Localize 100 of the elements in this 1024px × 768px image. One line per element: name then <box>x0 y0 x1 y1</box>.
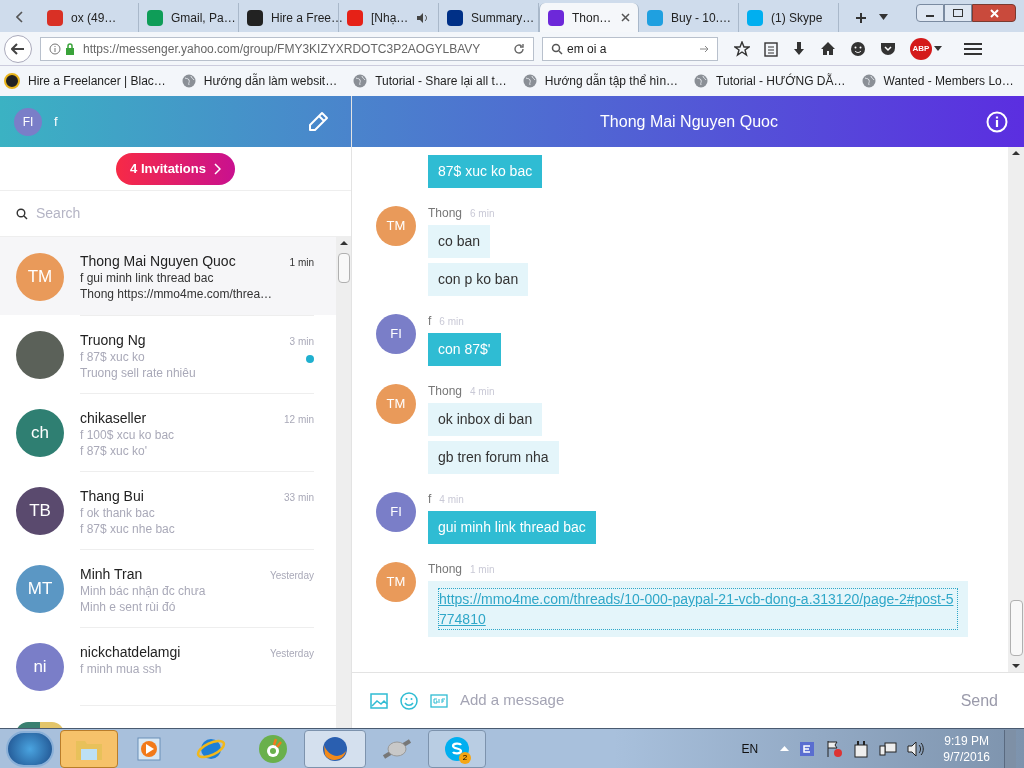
flag-icon[interactable] <box>825 739 844 758</box>
browser-tab[interactable]: Thon… <box>539 3 639 32</box>
network-icon[interactable] <box>879 740 898 757</box>
contact-name: chikaseller <box>80 410 148 427</box>
conversation-item[interactable]: TM Thong Mai Nguyen Quoc f gui minh link thread bac Thong https://mmo4me.com/threa… 1 min <box>0 237 336 315</box>
avatar: TM <box>376 562 416 602</box>
speaker-icon[interactable] <box>907 740 926 757</box>
bookmark-item[interactable]: Hướng dẫn tập thể hìn… <box>522 72 679 90</box>
url-field[interactable]: https://messenger.yahoo.com/group/FMY3KIZYXRDOTC3P2AOGYLBAVY <box>40 36 534 61</box>
logo-icon <box>4 73 20 89</box>
globe-icon <box>522 74 537 88</box>
time-label: Yesterday <box>269 569 314 583</box>
contact-name: nickchatdelamgi <box>80 644 182 661</box>
maximize-button[interactable] <box>944 4 972 22</box>
bookmark-item[interactable]: Tutorial - Share lại all t… <box>353 72 507 90</box>
home-icon[interactable] <box>820 41 836 56</box>
smiley-icon[interactable] <box>850 40 866 57</box>
message-input[interactable]: Add a message <box>460 689 949 712</box>
message-bubble: con 87$' <box>428 333 501 366</box>
globe-icon <box>694 74 709 88</box>
leaf-logo-icon[interactable] <box>258 733 288 764</box>
search-field[interactable]: Search <box>36 203 217 224</box>
time-label: 33 min <box>284 491 314 505</box>
avatar-photo <box>16 331 64 379</box>
taskbar-button[interactable] <box>304 729 366 768</box>
close-window-button[interactable] <box>972 4 1016 22</box>
bookmark-item[interactable]: Tutorial - HƯỚNG DẪ… <box>694 72 846 90</box>
message-preview: Minh e sent rùi đó <box>80 599 177 615</box>
message-bubble: co ban <box>428 225 491 258</box>
message-bubble: con p ko ban <box>428 263 529 296</box>
search-icon <box>551 42 563 55</box>
contact-name: Truong Ng <box>80 332 147 349</box>
message-preview: Minh bác nhận đc chưa <box>80 583 207 599</box>
avatar: TB <box>16 487 64 535</box>
contact-name: Minh Tran <box>80 566 144 583</box>
message-preview: f 87$ xuc nhe bac <box>80 521 176 537</box>
minimize-button[interactable] <box>916 4 944 22</box>
avatar: FI <box>376 314 416 354</box>
time-label: 12 min <box>284 413 314 427</box>
close-icon[interactable] <box>621 13 630 22</box>
scrollbar[interactable] <box>1008 147 1024 672</box>
caret-icon <box>934 46 942 51</box>
tab-title: Buy - 10.… <box>671 9 732 27</box>
avatar: TM <box>16 253 64 301</box>
arrow-icon[interactable] <box>699 43 709 54</box>
bookmark-item[interactable]: Hire a Freelancer | Blac… <box>4 72 166 90</box>
taskbar-button[interactable] <box>60 729 118 768</box>
tab-title: (1) Skype <box>771 9 823 27</box>
pencil-icon[interactable] <box>307 110 329 133</box>
clipboard-icon[interactable] <box>764 40 778 57</box>
close-icon <box>989 8 999 18</box>
skype-icon <box>444 735 470 762</box>
caret-icon[interactable] <box>879 14 888 20</box>
pocket-icon[interactable] <box>880 41 896 56</box>
contact-name: Thang Bui <box>80 488 145 505</box>
avatar[interactable]: FI <box>14 107 42 136</box>
search-field[interactable]: em oi a <box>542 36 718 61</box>
sender-name: Thong <box>428 561 463 578</box>
avatar: MT <box>16 565 64 613</box>
message-bubble: ok inbox di ban <box>428 403 543 436</box>
start-button[interactable] <box>6 730 54 767</box>
download-icon[interactable] <box>792 40 806 57</box>
scrollbar[interactable] <box>336 237 351 728</box>
sender-name: Thong <box>428 383 463 400</box>
time-label: Yesterday <box>269 647 314 661</box>
reload-icon[interactable] <box>513 42 525 55</box>
plug-icon[interactable] <box>853 739 870 758</box>
message-bubble: gui minh link thread bac <box>428 511 596 544</box>
message-preview: f ok thank bac <box>80 505 156 521</box>
message-preview: f minh mua ssh <box>80 661 163 677</box>
sender-name: f <box>428 313 432 330</box>
taskbar-button[interactable]: 2 <box>428 729 486 768</box>
bookmark-item[interactable]: Wanted - Members Lo… <box>861 72 1014 90</box>
menu-icon[interactable] <box>964 41 982 56</box>
avatar: FI <box>376 492 416 532</box>
chevron-left-icon[interactable] <box>16 11 23 23</box>
tab-title: [Nhạ… <box>371 9 409 27</box>
new-tab-icon[interactable] <box>855 12 867 24</box>
back-button[interactable] <box>4 34 32 63</box>
avatar: ni <box>16 643 64 691</box>
play-icon[interactable] <box>136 735 162 762</box>
lock-icon <box>65 42 75 55</box>
sender-name: Thong <box>428 205 463 222</box>
back-arrow-icon <box>11 42 25 55</box>
message-preview: Thong https://mmo4me.com/threa… <box>80 286 274 302</box>
globe-icon <box>181 74 196 88</box>
bookmark-item[interactable]: Hướng dẫn làm websit… <box>181 72 338 90</box>
sender-name: f <box>428 491 432 508</box>
message-bubble: gb tren forum nha <box>428 441 559 474</box>
star-icon[interactable] <box>734 40 750 57</box>
chevron-right-icon <box>213 162 221 175</box>
tray-app-icon[interactable] <box>799 740 816 757</box>
avatar: ch <box>16 409 64 457</box>
invitations-button[interactable]: 4 Invitations <box>116 152 235 185</box>
message-preview: f 87$ xuc ko <box>80 349 146 365</box>
message-bubble: 87$ xuc ko bac <box>428 155 543 188</box>
language-indicator[interactable]: EN <box>741 739 759 758</box>
tab-title: ox (49… <box>71 9 117 27</box>
tab-title: Thon… <box>572 9 612 27</box>
avatar: TM <box>376 206 416 246</box>
